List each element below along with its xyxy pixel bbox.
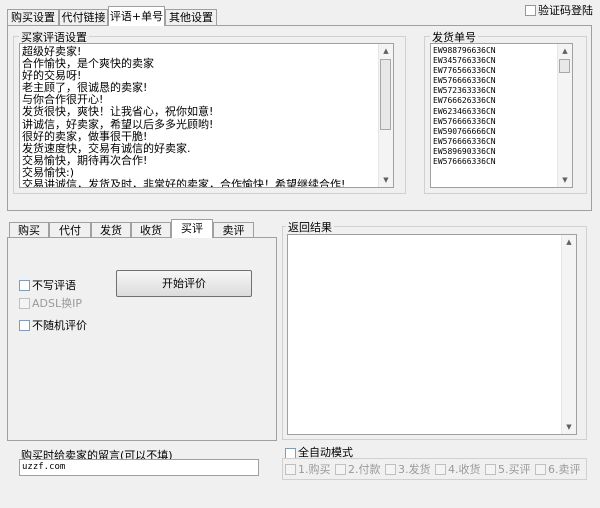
order-number-line: EW623466336CN (433, 106, 496, 116)
tab-reviews-and-orders[interactable]: 评语+单号 (108, 6, 165, 26)
step-receive-label: 4.收货 (448, 463, 481, 476)
result-scrollbar[interactable]: ▲ ▼ (561, 235, 576, 434)
order-number-line: EW576666336CN (433, 76, 496, 86)
tab-purchase-settings[interactable]: 购买设置 (7, 9, 59, 25)
scroll-up-icon[interactable]: ▲ (379, 44, 393, 58)
subtab-seller-review[interactable]: 卖评 (213, 222, 254, 237)
no-review-label: 不写评语 (32, 279, 76, 292)
orders-textarea[interactable]: EW988796636CN EW345766336CN EW776566336CN E… (430, 43, 573, 188)
verify-login-label: 验证码登陆 (538, 4, 593, 17)
verify-login-checkbox[interactable] (525, 5, 536, 16)
scroll-down-icon[interactable]: ▼ (379, 173, 393, 187)
no-review-checkbox[interactable] (19, 280, 30, 291)
subtab-buyer-review[interactable]: 买评 (171, 219, 213, 238)
step-purchase-checkbox (285, 464, 296, 475)
order-number-line: EW576666336CN (433, 116, 496, 126)
buyer-review-panel (7, 237, 277, 441)
step-seller-review-checkbox (535, 464, 546, 475)
order-number-line: EW576666336CN (433, 157, 496, 167)
order-number-line: EW589690336CN (433, 146, 496, 156)
scroll-down-icon[interactable]: ▼ (562, 420, 576, 434)
comment-line: 交易愉快，期待再次合作! (22, 153, 148, 167)
scroll-up-icon[interactable]: ▲ (562, 235, 576, 249)
order-number-line: EW988796636CN (433, 46, 496, 55)
step-buyer-review-label: 5.买评 (498, 463, 531, 476)
no-random-review-checkbox[interactable] (19, 320, 30, 331)
step-purchase-label: 1.购买 (298, 463, 331, 476)
orders-text: EW988796636CN EW345766336CN EW776566336CN E… (431, 44, 572, 167)
step-seller-review-label: 6.卖评 (548, 463, 581, 476)
subtab-purchase[interactable]: 购买 (9, 222, 49, 237)
result-label: 返回结果 (286, 219, 334, 235)
order-number-line: EW590766666CN (433, 126, 496, 136)
order-number-line: EW576666336CN (433, 136, 496, 146)
adsl-label: ADSL换IP (32, 297, 82, 310)
comment-line: 发货很快，爽快！让我省心，祝你如意! (22, 105, 214, 119)
scroll-thumb[interactable] (380, 59, 391, 130)
comments-textarea[interactable]: 超级好卖家! 合作愉快，是个爽快的卖家 好的交易呀! 老主顾了，很诚恳的卖家! 与你合作… (19, 43, 394, 188)
result-textarea[interactable]: ▲ ▼ (287, 234, 577, 435)
start-review-button[interactable]: 开始评价 (116, 270, 252, 297)
no-random-review-label: 不随机评价 (32, 319, 87, 332)
adsl-checkbox (19, 298, 30, 309)
order-number-line: EW572363336CN (433, 86, 496, 96)
comment-line: 很好的卖家，做事很干脆! (22, 129, 148, 143)
scroll-thumb[interactable] (559, 59, 570, 73)
subtab-pay[interactable]: 代付 (49, 222, 91, 237)
step-buyer-review-checkbox (485, 464, 496, 475)
scroll-up-icon[interactable]: ▲ (558, 44, 572, 58)
subtab-ship[interactable]: 发货 (91, 222, 131, 237)
comments-text: 超级好卖家! 合作愉快，是个爽快的卖家 好的交易呀! 老主顾了，很诚恳的卖家! 与你合作… (20, 44, 393, 188)
comment-line: 讲诚信，好卖家，希望以后多多光顾哟! (22, 117, 214, 131)
orders-scrollbar[interactable]: ▲ ▼ (557, 44, 572, 187)
order-number-line: EW766626336CN (433, 96, 496, 106)
tab-other-settings[interactable]: 其他设置 (165, 9, 217, 25)
comments-scrollbar[interactable]: ▲ ▼ (378, 44, 393, 187)
step-pay-label: 2.付款 (348, 463, 381, 476)
step-pay-checkbox (335, 464, 346, 475)
order-number-line: EW345766336CN (433, 56, 496, 66)
subtab-receive[interactable]: 收货 (131, 222, 171, 237)
order-number-line: EW776566336CN (433, 66, 496, 76)
seller-message-input[interactable]: uzzf.com (19, 459, 259, 476)
comment-line: 交易讲诚信，发货及时，非常好的卖家，合作愉快！希望继续合作! (22, 178, 346, 188)
scroll-down-icon[interactable]: ▼ (558, 173, 572, 187)
tab-payment-link[interactable]: 代付链接 (59, 9, 108, 25)
step-receive-checkbox (435, 464, 446, 475)
step-ship-checkbox (385, 464, 396, 475)
step-ship-label: 3.发货 (398, 463, 431, 476)
